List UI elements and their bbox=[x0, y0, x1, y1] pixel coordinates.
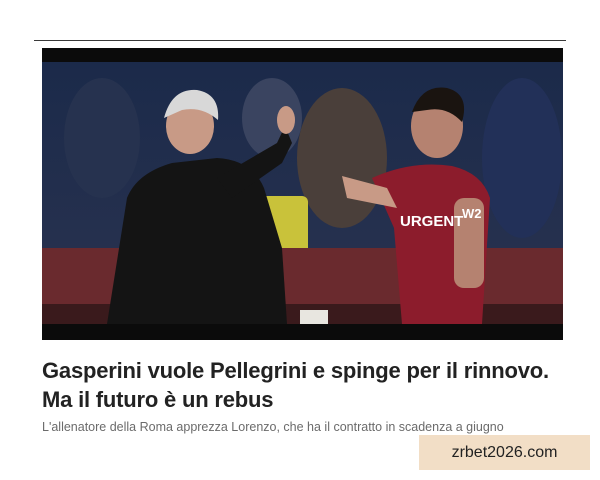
hero-photo: URGENT W2 bbox=[42, 48, 563, 340]
sleeve-sponsor-text: W2 bbox=[462, 206, 482, 221]
article-subtitle: L'allenatore della Roma apprezza Lorenzo… bbox=[42, 420, 504, 434]
article-headline[interactable]: Gasperini vuole Pellegrini e spinge per … bbox=[42, 356, 572, 414]
hero-image[interactable]: URGENT W2 bbox=[42, 48, 563, 340]
jersey-sponsor-text: URGENT bbox=[400, 213, 463, 230]
watermark-text: zrbet2026.com bbox=[451, 443, 558, 461]
top-divider bbox=[34, 40, 566, 41]
watermark-badge: zrbet2026.com bbox=[419, 435, 590, 470]
